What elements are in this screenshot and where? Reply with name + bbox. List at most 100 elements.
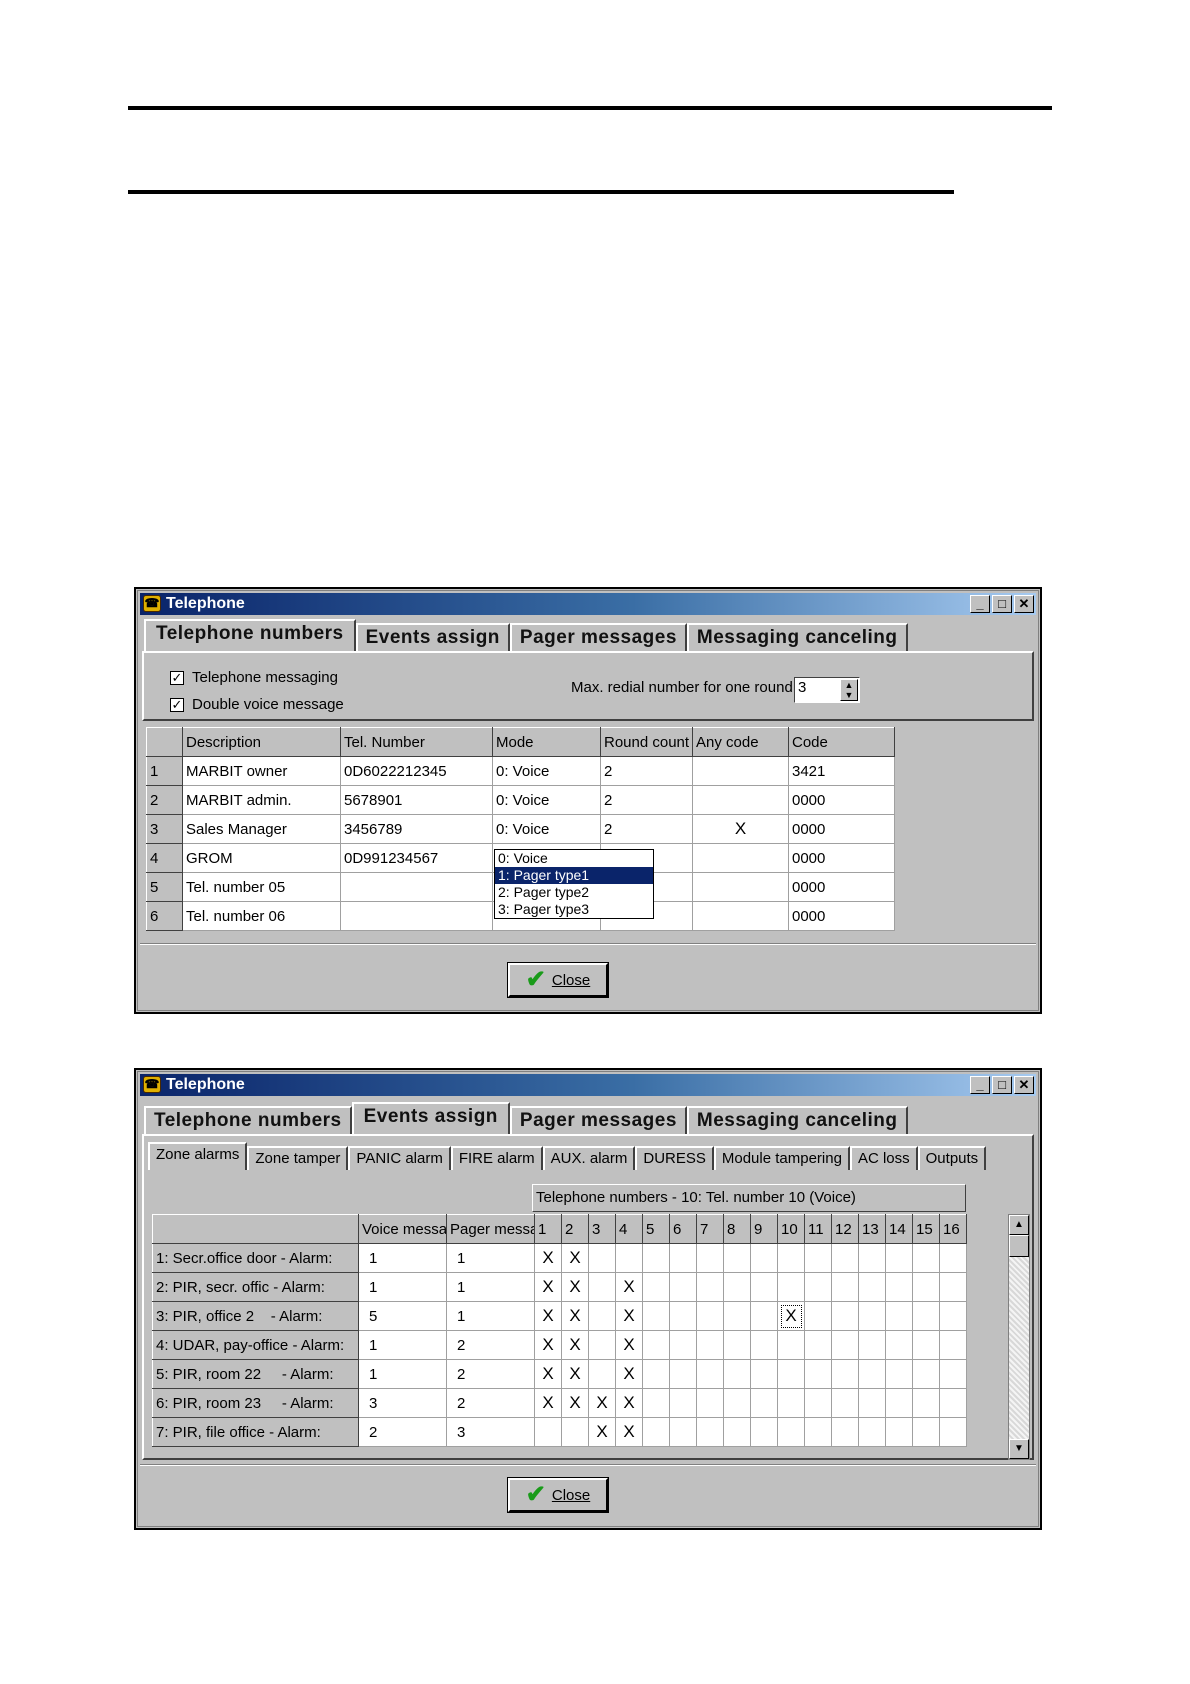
assign-mark-cell[interactable] [804,1359,832,1389]
code-cell[interactable]: 0000 [788,901,895,931]
pager-message-cell[interactable]: 3 [446,1417,535,1447]
assign-mark-cell[interactable] [588,1272,616,1302]
tel-number-column-header[interactable]: 5 [642,1214,670,1244]
assign-mark-cell[interactable] [777,1417,805,1447]
assign-mark-cell[interactable] [642,1301,670,1331]
assign-mark-cell[interactable] [669,1272,697,1302]
assign-mark-cell[interactable] [642,1272,670,1302]
assign-mark-cell[interactable]: X [561,1388,589,1418]
assign-mark-cell[interactable] [642,1417,670,1447]
any-code-cell[interactable] [692,843,789,873]
assign-mark-cell[interactable] [669,1417,697,1447]
assign-mark-cell[interactable] [777,1272,805,1302]
assign-mark-cell[interactable] [831,1388,859,1418]
assign-mark-cell[interactable] [885,1301,913,1331]
assign-mark-cell[interactable]: X [561,1243,589,1273]
any-code-cell[interactable] [692,756,789,786]
assign-mark-cell[interactable] [696,1330,724,1360]
close-window-button[interactable]: ✕ [1014,595,1034,613]
voice-message-cell[interactable]: 1 [358,1243,447,1273]
assign-mark-cell[interactable]: X [561,1301,589,1331]
assign-mark-cell[interactable] [750,1301,778,1331]
assign-mark-cell[interactable] [858,1272,886,1302]
assign-mark-cell[interactable] [723,1388,751,1418]
assign-mark-cell[interactable] [669,1301,697,1331]
assign-mark-cell[interactable] [939,1330,967,1360]
pager-message-cell[interactable]: 1 [446,1243,535,1273]
assign-mark-cell[interactable] [858,1359,886,1389]
subtab-fire-alarm[interactable]: FIRE alarm [450,1146,543,1170]
tel-number-cell[interactable] [340,901,493,931]
assign-mark-cell[interactable] [669,1243,697,1273]
tel-number-cell[interactable] [340,872,493,902]
assign-mark-cell[interactable] [831,1301,859,1331]
pager-message-cell[interactable]: 2 [446,1388,535,1418]
assign-mark-cell[interactable]: X [534,1388,562,1418]
assign-mark-cell[interactable] [912,1388,940,1418]
assign-mark-cell[interactable]: X [534,1330,562,1360]
column-header[interactable]: Tel. Number [340,727,493,757]
tab-telephone-numbers[interactable]: Telephone numbers [144,1106,352,1134]
assign-mark-cell[interactable] [750,1330,778,1360]
assign-mark-cell[interactable] [750,1272,778,1302]
tel-number-column-header[interactable]: 4 [615,1214,643,1244]
assign-mark-cell[interactable] [588,1301,616,1331]
assign-mark-cell[interactable] [642,1243,670,1273]
assign-mark-cell[interactable] [831,1243,859,1273]
assign-mark-cell[interactable] [858,1301,886,1331]
minimize-button[interactable]: _ [970,1076,990,1094]
assign-mark-cell[interactable] [750,1359,778,1389]
assign-mark-cell[interactable] [939,1301,967,1331]
assign-mark-cell[interactable]: X [615,1330,643,1360]
assign-mark-cell[interactable] [642,1359,670,1389]
assign-mark-cell[interactable] [831,1272,859,1302]
assign-mark-cell[interactable] [885,1330,913,1360]
tel-number-cell[interactable]: 0D6022212345 [340,756,493,786]
tel-number-column-header[interactable]: 6 [669,1214,697,1244]
subtab-outputs[interactable]: Outputs [917,1146,987,1170]
assign-mark-cell[interactable] [642,1330,670,1360]
column-header[interactable]: Voice messa [358,1214,447,1244]
subtab-duress[interactable]: DURESS [635,1146,714,1170]
code-cell[interactable]: 0000 [788,843,895,873]
scroll-up-icon[interactable]: ▲ [1009,1215,1029,1235]
close-button[interactable]: ✔ Close [507,1477,609,1513]
assign-mark-cell[interactable] [723,1417,751,1447]
subtab-zone-tamper[interactable]: Zone tamper [247,1146,349,1170]
code-cell[interactable]: 0000 [788,785,895,815]
assign-mark-cell[interactable] [534,1417,562,1447]
assign-mark-cell[interactable]: X [615,1417,643,1447]
pager-message-cell[interactable]: 2 [446,1359,535,1389]
tel-number-column-header[interactable]: 16 [939,1214,967,1244]
assign-mark-cell[interactable] [939,1272,967,1302]
tab-pager-messages[interactable]: Pager messages [509,1106,687,1134]
assign-mark-cell[interactable] [804,1330,832,1360]
scroll-thumb[interactable] [1009,1235,1029,1257]
round-count-cell[interactable]: 2 [600,785,693,815]
assign-mark-cell[interactable] [696,1301,724,1331]
assign-mark-cell[interactable] [696,1272,724,1302]
tab-telephone-numbers[interactable]: Telephone numbers [144,619,356,651]
assign-mark-cell[interactable] [939,1388,967,1418]
description-cell[interactable]: MARBIT admin. [182,785,341,815]
any-code-cell[interactable] [692,785,789,815]
tel-number-column-header[interactable]: 12 [831,1214,859,1244]
tel-number-column-header[interactable]: 10 [777,1214,805,1244]
assign-mark-cell[interactable]: X [534,1359,562,1389]
assign-mark-cell[interactable] [696,1359,724,1389]
description-cell[interactable]: Sales Manager [182,814,341,844]
tab-events-assign[interactable]: Events assign [355,623,510,651]
round-count-cell[interactable]: 2 [600,814,693,844]
assign-mark-cell[interactable] [561,1417,589,1447]
description-cell[interactable]: Tel. number 05 [182,872,341,902]
assign-mark-cell[interactable]: X [615,1388,643,1418]
assign-mark-cell[interactable] [642,1388,670,1418]
assign-mark-cell[interactable]: X [561,1272,589,1302]
assign-mark-cell[interactable] [588,1359,616,1389]
tel-number-column-header[interactable]: 1 [534,1214,562,1244]
column-header[interactable]: Mode [492,727,601,757]
close-button[interactable]: ✔ Close [507,962,609,998]
tel-number-cell[interactable]: 0D991234567 [340,843,493,873]
assign-mark-cell[interactable] [912,1359,940,1389]
any-code-cell[interactable]: X [692,814,789,844]
